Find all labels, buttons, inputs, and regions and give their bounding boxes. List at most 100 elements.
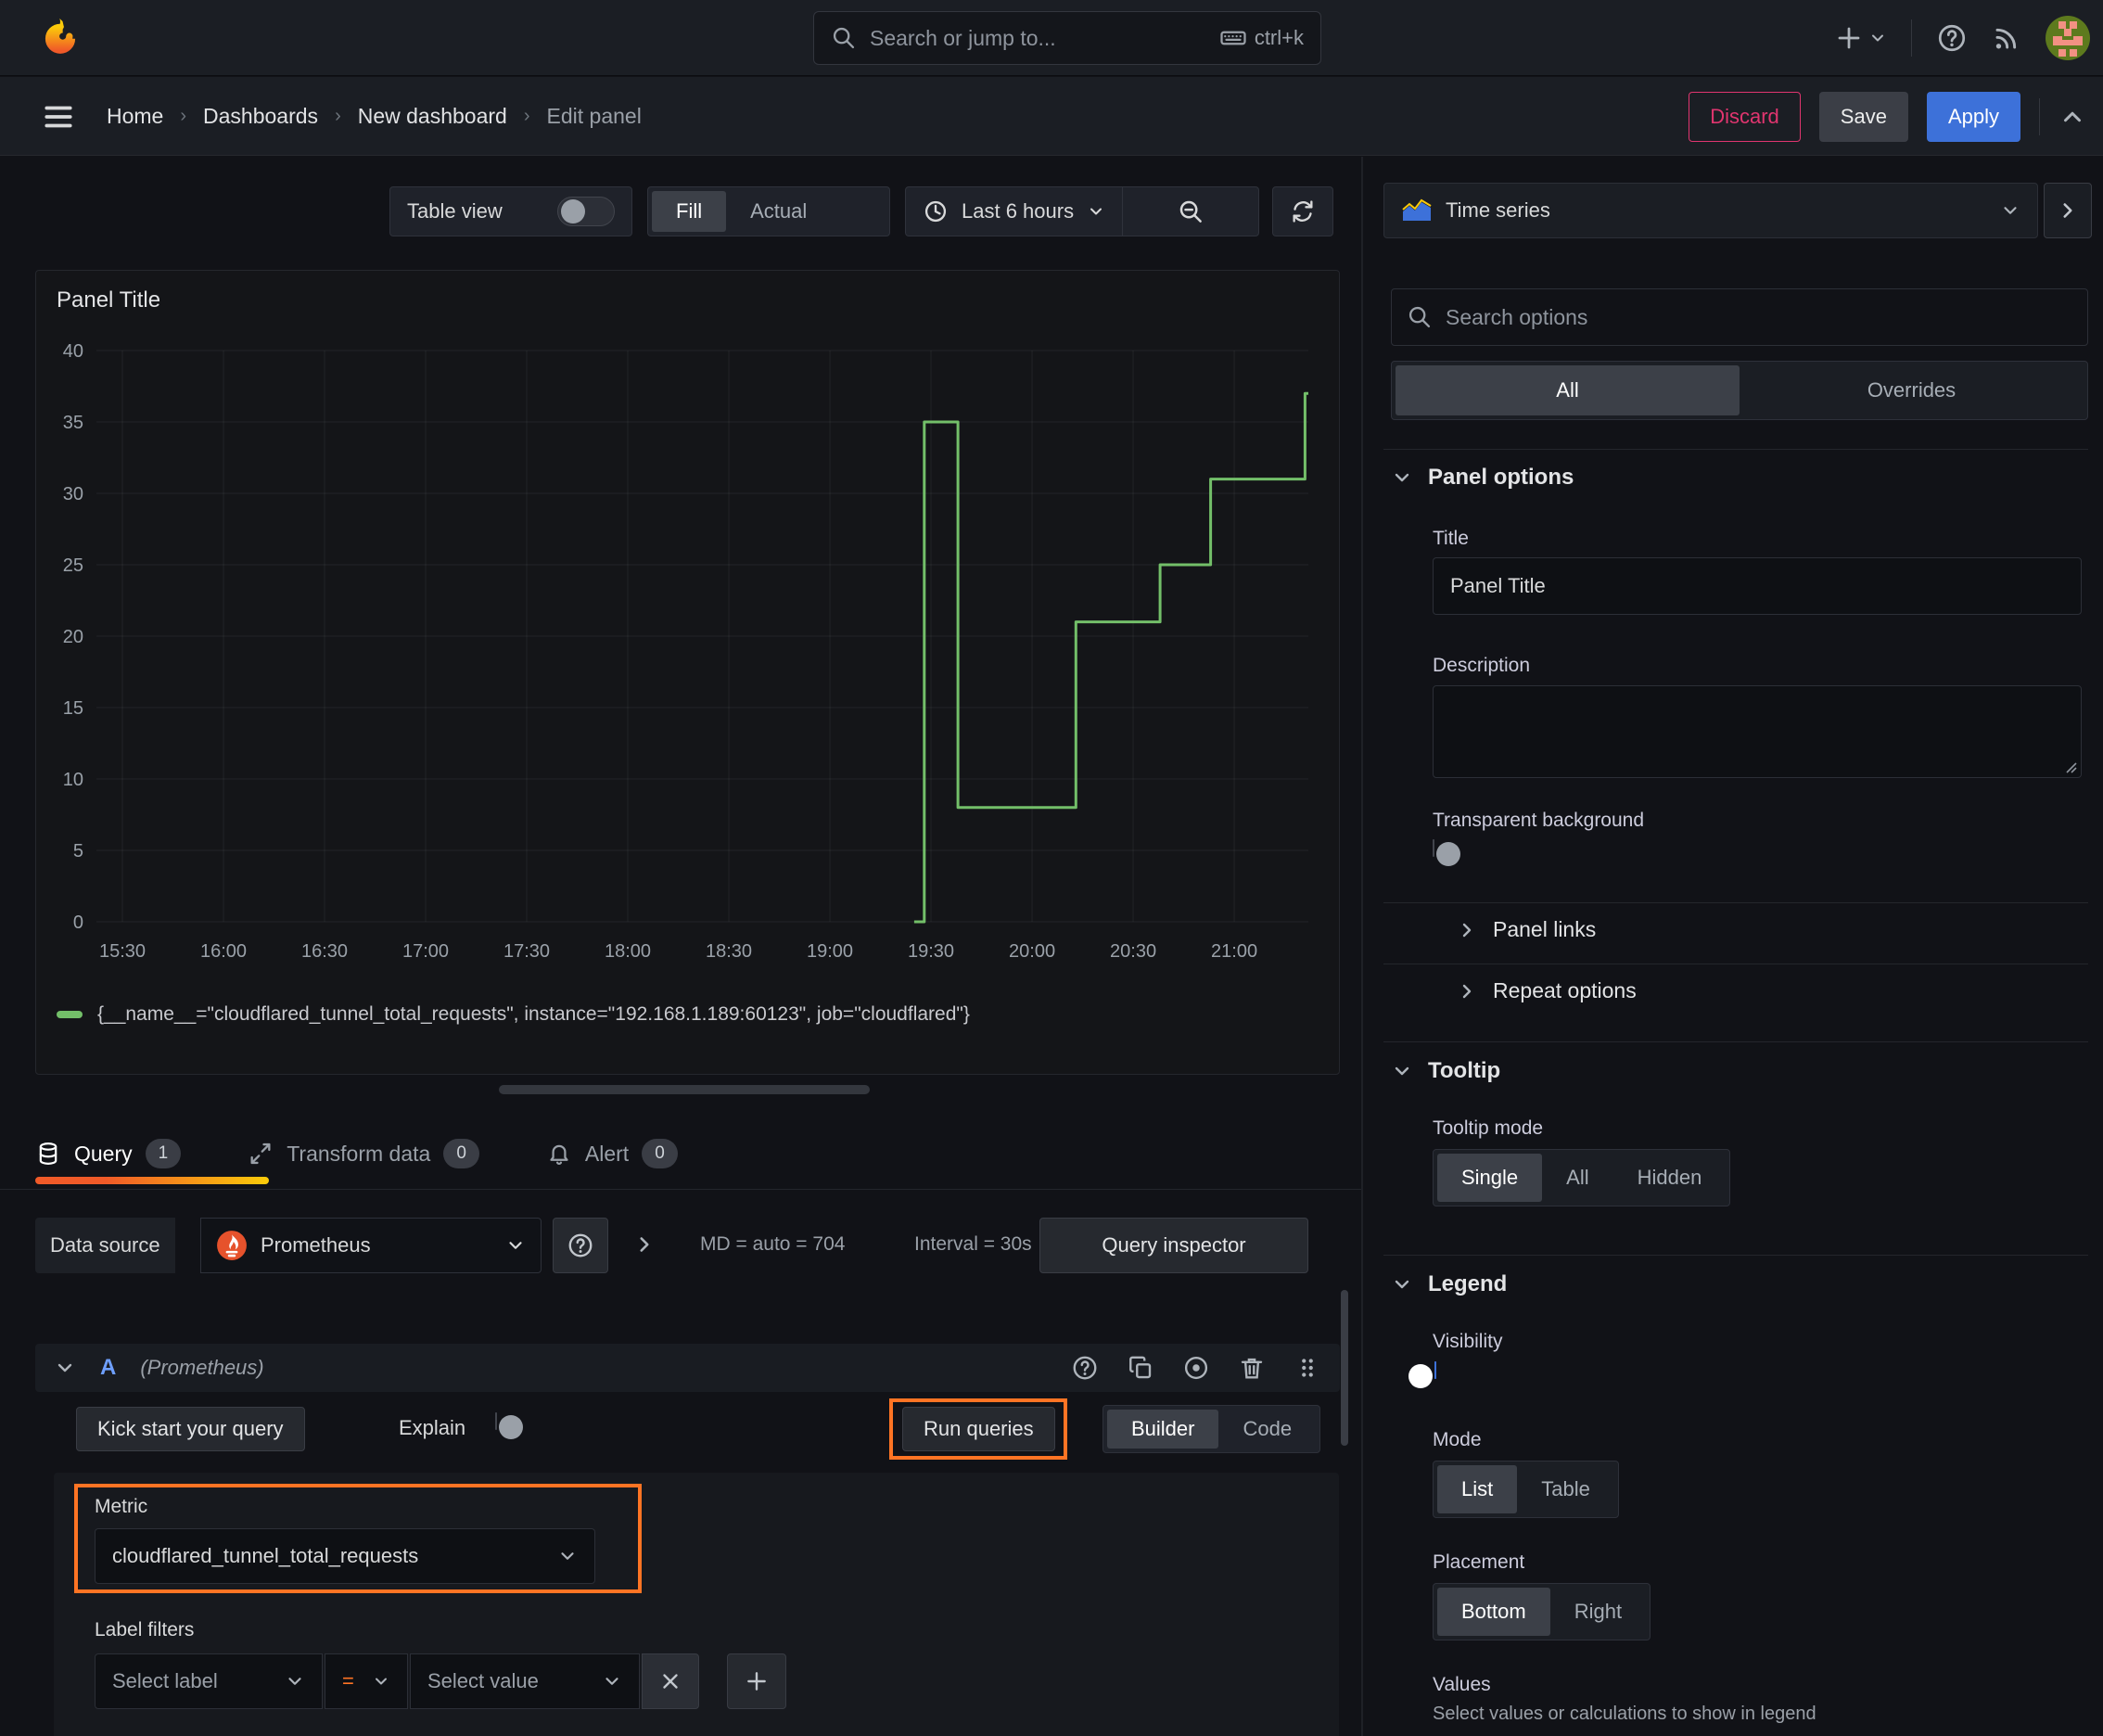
search-icon [1407,304,1433,330]
tooltip-all-option[interactable]: All [1542,1154,1612,1202]
save-button[interactable]: Save [1818,91,1908,142]
active-tab-indicator [35,1177,269,1184]
panel-links-section[interactable]: Panel links [1456,917,1596,942]
panel-options-header[interactable]: Panel options [1391,465,1574,491]
add-filter-button[interactable] [727,1653,786,1709]
chevron-right-icon: › [180,106,187,126]
explain-label: Explain [399,1416,466,1439]
run-queries-button[interactable]: Run queries [902,1407,1055,1451]
toggle-viz-picker-button[interactable] [2044,183,2092,238]
legend-header[interactable]: Legend [1391,1271,1507,1297]
delete-query-button[interactable] [1238,1354,1266,1382]
breadcrumb-home[interactable]: Home [107,104,163,129]
legend-table-option[interactable]: Table [1517,1465,1614,1513]
zoom-out-button[interactable] [1123,187,1258,236]
collapse-editor-button[interactable] [2058,103,2086,131]
metric-select[interactable]: cloudflared_tunnel_total_requests [95,1528,595,1584]
query-help-button[interactable] [1071,1354,1099,1382]
divider [1911,19,1912,57]
visualization-picker[interactable]: Time series [1383,183,2038,238]
placement-right-option[interactable]: Right [1550,1588,1646,1636]
legend-visibility-toggle[interactable] [1408,1361,1436,1388]
chevron-down-icon [557,1546,578,1566]
repeat-options-section[interactable]: Repeat options [1456,978,1637,1003]
chevron-down-icon [54,1357,76,1379]
chevron-down-icon [1391,1273,1413,1296]
grafana-logo-icon[interactable] [37,15,83,61]
series-label[interactable]: {__name__="cloudflared_tunnel_total_requ… [97,1003,970,1026]
news-button[interactable] [1992,23,2021,53]
actual-option[interactable]: Actual [726,191,831,232]
apply-button[interactable]: Apply [1926,91,2020,142]
user-avatar[interactable] [2046,16,2090,60]
tab-query[interactable]: Query 1 [35,1139,182,1168]
label-filters-label: Label filters [95,1619,195,1640]
drag-query-handle[interactable] [1294,1354,1321,1382]
tooltip-header[interactable]: Tooltip [1391,1058,1500,1084]
disable-query-button[interactable] [1182,1354,1210,1382]
resize-handle-icon[interactable] [2063,760,2078,774]
legend-mode-switch: List Table [1433,1461,1619,1518]
eye-icon [1182,1354,1210,1382]
table-view-toggle[interactable] [557,197,615,226]
transform-count-badge: 0 [443,1139,479,1168]
help-button[interactable] [1936,22,1968,54]
new-menu-button[interactable] [1835,24,1887,52]
remove-filter-button[interactable] [642,1653,699,1709]
explain-toggle[interactable] [495,1412,523,1439]
chevron-down-icon [285,1671,305,1691]
placement-bottom-option[interactable]: Bottom [1437,1588,1550,1636]
time-range-picker[interactable]: Last 6 hours [906,187,1122,236]
tab-transform[interactable]: Transform data 0 [248,1139,479,1168]
scrollbar-thumb[interactable] [1341,1290,1348,1446]
datasource-help-button[interactable] [553,1218,608,1273]
refresh-button[interactable] [1272,186,1333,236]
query-inspector-button[interactable]: Query inspector [1039,1218,1308,1273]
breadcrumb-new-dashboard[interactable]: New dashboard [358,104,507,129]
svg-text:25: 25 [63,555,83,576]
select-label-dropdown[interactable]: Select label [95,1653,323,1709]
copy-icon [1127,1354,1154,1382]
chevron-right-icon: › [335,106,341,126]
divider [1383,1041,2088,1042]
fill-option[interactable]: Fill [652,191,727,232]
tab-overrides[interactable]: Overrides [1740,365,2084,415]
chevron-down-icon [2000,200,2020,221]
svg-text:40: 40 [63,341,83,362]
chevron-down-icon [372,1672,390,1691]
select-value-dropdown[interactable]: Select value [410,1653,640,1709]
operator-dropdown[interactable]: = [325,1653,408,1709]
expand-options-button[interactable] [632,1232,656,1257]
panel-title-input[interactable] [1433,557,2082,615]
transparent-background-toggle[interactable] [1433,839,1460,866]
plus-icon [1835,24,1863,52]
tooltip-single-option[interactable]: Single [1437,1154,1543,1202]
edit-panel-content: Table view Fill Actual Last 6 hours Pane… [0,157,2103,1736]
discard-button[interactable]: Discard [1689,91,1801,142]
datasource-picker[interactable]: Prometheus [200,1218,542,1273]
breadcrumb-dashboards[interactable]: Dashboards [203,104,318,129]
chevron-down-icon [1391,1060,1413,1082]
mega-menu-button[interactable] [41,99,76,134]
svg-text:0: 0 [73,913,83,933]
chevron-down-icon [1087,202,1105,221]
tab-alert[interactable]: Alert 0 [546,1139,678,1168]
pane-resize-handle[interactable] [499,1085,870,1094]
description-textarea[interactable] [1433,685,2082,778]
description-label: Description [1433,655,1531,676]
legend-list-option[interactable]: List [1437,1465,1518,1513]
options-search[interactable]: Search options [1391,288,2088,346]
kick-start-query-button[interactable]: Kick start your query [76,1407,305,1451]
breadcrumb-bar: Home › Dashboards › New dashboard › Edit… [0,77,2103,156]
divider [1383,1255,2088,1256]
tab-all[interactable]: All [1396,365,1740,415]
code-option[interactable]: Code [1218,1410,1316,1449]
divider [2039,97,2040,135]
tooltip-hidden-option[interactable]: Hidden [1613,1154,1727,1202]
duplicate-query-button[interactable] [1127,1354,1154,1382]
timeseries-chart[interactable]: 0 5 10 15 20 25 30 35 40 15:30 16:00 16:30 17:00 17:3… [44,332,1332,990]
builder-option[interactable]: Builder [1107,1410,1219,1449]
query-row-header[interactable]: A (Prometheus) [35,1344,1340,1392]
global-search-input[interactable]: Search or jump to... ctrl+k [813,11,1321,65]
chevron-down-icon [602,1671,622,1691]
